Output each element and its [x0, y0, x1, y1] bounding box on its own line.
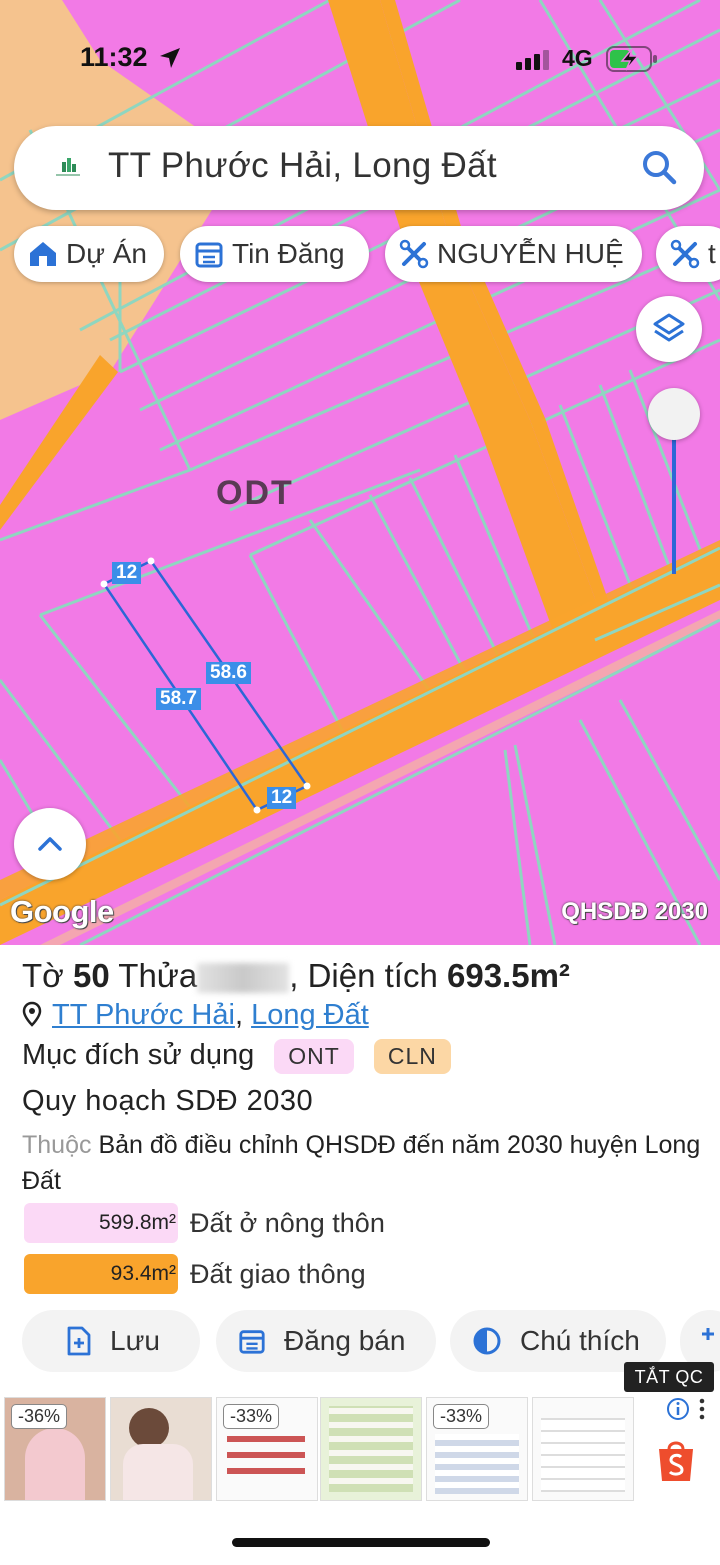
- belong-label: Thuộc: [22, 1131, 92, 1159]
- legend-row: 599.8m² Đất ở nông thôn: [24, 1203, 385, 1243]
- chevron-up-icon: [38, 837, 62, 851]
- search-bar[interactable]: TT Phước Hải, Long Đất: [14, 126, 704, 210]
- dimension-label: 58.7: [156, 688, 201, 710]
- battery-icon: [606, 46, 657, 72]
- close-ads-button[interactable]: TẮT QC: [624, 1362, 714, 1392]
- discount-badge: -33%: [433, 1404, 490, 1429]
- location-arrow-icon: [160, 48, 180, 68]
- discount-badge: -36%: [11, 1404, 68, 1429]
- ad-product-image[interactable]: [320, 1397, 422, 1501]
- post-sale-label: Đăng bán: [284, 1325, 406, 1356]
- ad-product-image[interactable]: -33%: [216, 1397, 318, 1501]
- location-pin-icon: [22, 1001, 42, 1027]
- chip-label: t: [708, 238, 716, 269]
- status-time: 11:32: [80, 42, 148, 72]
- add-file-icon: [67, 1326, 91, 1356]
- chip-more[interactable]: t: [656, 226, 720, 282]
- map-layer-badge: QHSDĐ 2030: [561, 898, 708, 925]
- legend-row: 93.4m² Đất giao thông: [24, 1254, 366, 1294]
- opacity-slider-handle[interactable]: [648, 388, 700, 440]
- ad-banner[interactable]: -36% -33% -33%: [0, 1393, 720, 1505]
- area-value: 693.5m²: [447, 957, 570, 994]
- save-button[interactable]: Lưu: [22, 1310, 200, 1372]
- calendar-icon: [239, 1330, 265, 1354]
- plot-label: Thửa: [118, 957, 198, 994]
- search-input[interactable]: TT Phước Hải, Long Đất: [108, 146, 497, 186]
- legend-label: Đất ở nông thôn: [190, 1207, 385, 1238]
- chip-label: Tin Đăng: [232, 238, 345, 269]
- bottom-safe-area: [0, 1505, 720, 1565]
- sheet-label: Tờ: [22, 957, 64, 994]
- google-logo: Google: [10, 894, 114, 929]
- parcel-title: Tờ 50 Thửa , Diện tích 693.5m²: [22, 957, 570, 995]
- dimension-label: 58.6: [206, 662, 251, 684]
- legend-label: Chú thích: [520, 1325, 640, 1356]
- signal-icon: [516, 50, 549, 70]
- ad-product-image[interactable]: [110, 1397, 212, 1501]
- commune-link[interactable]: TT Phước Hải: [52, 999, 235, 1031]
- map-view[interactable]: ODT 12 58.6 58.7 12 11:32 4G TT Phước Hả…: [0, 0, 720, 945]
- plan-title: Quy hoạch SDĐ 2030: [22, 1085, 314, 1117]
- purpose-tag-cln: CLN: [373, 1039, 451, 1074]
- layers-button[interactable]: [636, 296, 702, 362]
- layers-icon: [653, 313, 685, 342]
- ad-product-image[interactable]: -36%: [4, 1397, 106, 1501]
- parcel-address: TT Phước Hải, Long Đất: [22, 999, 369, 1032]
- opacity-slider-track[interactable]: [672, 436, 676, 574]
- district-link[interactable]: Long Đất: [251, 999, 369, 1031]
- discount-badge: -33%: [223, 1404, 280, 1429]
- expand-panel-button[interactable]: [14, 808, 86, 880]
- app-logo-icon: [56, 158, 80, 176]
- plan-source: Thuộc Bản đồ điều chỉnh QHSDĐ đến năm 20…: [22, 1127, 712, 1199]
- land-use-purpose: Mục đích sử dụng ONT CLN: [22, 1039, 451, 1074]
- area-label: , Diện tích: [289, 957, 438, 994]
- purpose-tag-ont: ONT: [274, 1039, 354, 1074]
- legend-label: Đất giao thông: [190, 1258, 366, 1289]
- post-sale-button[interactable]: Đăng bán: [216, 1310, 436, 1372]
- dimension-label: 12: [112, 562, 142, 584]
- ad-product-image[interactable]: -33%: [426, 1397, 528, 1501]
- purpose-label: Mục đích sử dụng: [22, 1039, 255, 1072]
- add-icon: [702, 1328, 714, 1340]
- chip-label: NGUYỄN HUỆ: [437, 238, 624, 269]
- legend-swatch: 599.8m²: [24, 1203, 178, 1243]
- house-icon: [30, 242, 56, 266]
- chip-projects[interactable]: Dự Án: [14, 226, 164, 282]
- tools-icon: [399, 239, 429, 269]
- redacted-plot-number: [197, 963, 290, 994]
- home-indicator[interactable]: [232, 1538, 490, 1547]
- more-vertical-icon[interactable]: [696, 1397, 708, 1421]
- zone-label: ODT: [216, 474, 294, 512]
- info-icon[interactable]: [666, 1397, 690, 1421]
- belong-text: Bản đồ điều chỉnh QHSDĐ đến năm 2030 huy…: [22, 1131, 701, 1195]
- dimension-label: 12: [267, 787, 297, 809]
- ad-product-image[interactable]: [532, 1397, 634, 1501]
- tools-icon: [670, 239, 700, 269]
- network-type: 4G: [562, 45, 593, 71]
- shopee-icon[interactable]: [656, 1437, 696, 1483]
- half-circle-icon: [473, 1327, 501, 1355]
- status-bar: 11:32 4G: [0, 38, 720, 82]
- chip-listings[interactable]: Tin Đăng: [180, 226, 369, 282]
- sheet-number: 50: [72, 957, 110, 994]
- calendar-icon: [195, 242, 223, 268]
- chip-label: Dự Án: [66, 238, 147, 269]
- legend-swatch: 93.4m²: [24, 1254, 178, 1294]
- search-icon[interactable]: [638, 146, 682, 190]
- address-separator: ,: [234, 999, 243, 1031]
- chip-street[interactable]: NGUYỄN HUỆ: [385, 226, 642, 282]
- save-label: Lưu: [110, 1325, 160, 1356]
